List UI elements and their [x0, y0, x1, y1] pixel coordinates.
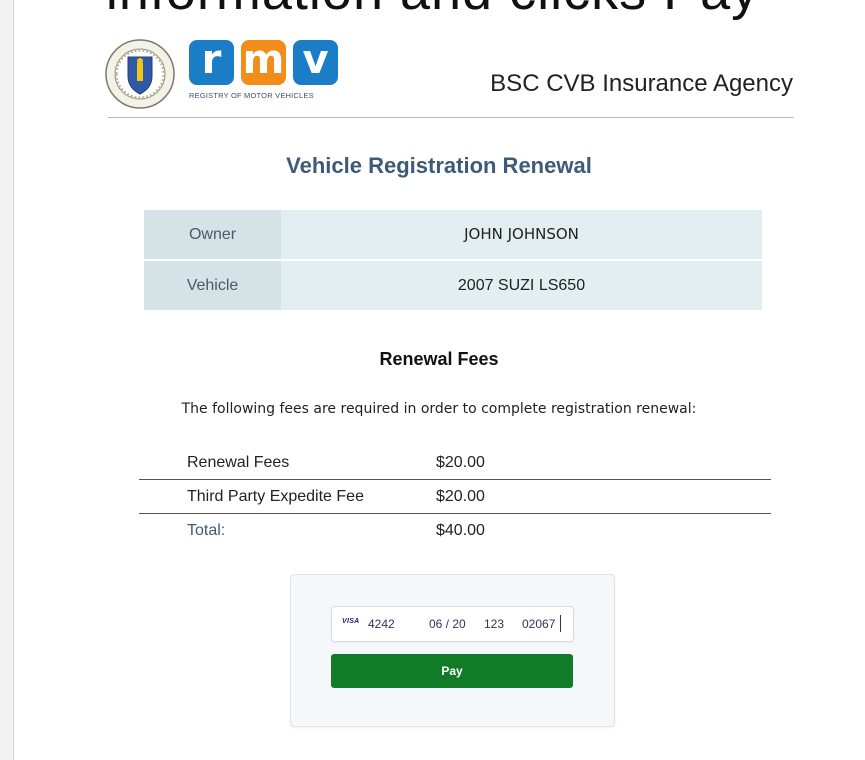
- pay-button[interactable]: Pay: [331, 654, 573, 688]
- fees-table: Renewal Fees $20.00 Third Party Expedite…: [139, 446, 771, 547]
- fee-name: Renewal Fees: [187, 454, 290, 471]
- fee-row-total: Total: $40.00: [139, 514, 771, 547]
- overlay-caption: information and clicks Pay: [0, 0, 865, 26]
- card-expiry-field[interactable]: 06 / 20: [429, 617, 466, 631]
- rmv-logo: r m v REGISTRY OF MOTOR VEHICLES: [189, 40, 349, 104]
- fees-intro-text: The following fees are required in order…: [181, 401, 697, 417]
- total-label: Total:: [187, 522, 226, 539]
- header-divider: [108, 117, 794, 118]
- fee-amount: $20.00: [436, 454, 485, 471]
- card-details-input[interactable]: VISA 4242 06 / 20 123 02067: [331, 606, 574, 642]
- fee-name: Third Party Expedite Fee: [187, 488, 364, 505]
- fee-row-renewal: Renewal Fees $20.00: [139, 446, 771, 480]
- window-left-edge: [0, 0, 14, 760]
- fee-amount: $20.00: [436, 488, 485, 505]
- payment-form: VISA 4242 06 / 20 123 02067 Pay: [290, 574, 615, 727]
- agency-name: BSC CVB Insurance Agency: [490, 70, 793, 97]
- renewal-fees-heading: Renewal Fees: [379, 349, 499, 369]
- total-amount: $40.00: [436, 522, 485, 539]
- vehicle-row: Vehicle 2007 SUZI LS650: [144, 261, 762, 312]
- owner-row: Owner JOHN JOHNSON: [144, 210, 762, 261]
- owner-vehicle-table: Owner JOHN JOHNSON Vehicle 2007 SUZI LS6…: [144, 210, 762, 312]
- page-title: Vehicle Registration Renewal: [286, 153, 592, 178]
- browser-viewport: r m v REGISTRY OF MOTOR VEHICLES BSC CVB…: [0, 0, 865, 760]
- rmv-logo-v: v: [293, 40, 338, 85]
- rmv-logo-r: r: [189, 40, 234, 85]
- fee-row-expedite: Third Party Expedite Fee $20.00: [139, 480, 771, 514]
- owner-value: JOHN JOHNSON: [464, 225, 579, 243]
- card-cvc-field[interactable]: 123: [484, 617, 504, 631]
- vehicle-value: 2007 SUZI LS650: [457, 277, 586, 294]
- massachusetts-seal-icon: [105, 39, 175, 109]
- rmv-subtitle: REGISTRY OF MOTOR VEHICLES: [189, 91, 314, 100]
- card-zip-field[interactable]: 02067: [522, 617, 555, 631]
- vehicle-label: Vehicle: [144, 261, 281, 310]
- owner-label: Owner: [144, 210, 281, 259]
- text-cursor: [560, 615, 561, 632]
- card-number-field[interactable]: 4242: [368, 617, 395, 631]
- rmv-logo-m: m: [241, 37, 286, 85]
- visa-card-icon: VISA: [342, 618, 360, 625]
- renewal-page: r m v REGISTRY OF MOTOR VEHICLES BSC CVB…: [13, 0, 865, 760]
